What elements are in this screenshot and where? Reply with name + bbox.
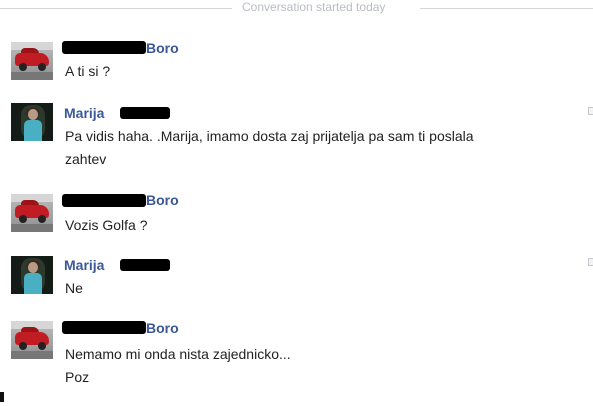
- window-corner-mark: [0, 392, 4, 402]
- redacted-surname: [62, 41, 146, 54]
- message-item: Marija Pa vidis haha. .Marija, imamo dos…: [0, 98, 593, 188]
- message-item: Boro Vozis Golfa ?: [0, 188, 593, 248]
- message-text: Ne: [65, 280, 83, 296]
- message-item: Boro A ti si ?: [0, 38, 593, 98]
- message-item: Boro Nemamo mi onda nista zajednicko... …: [0, 314, 593, 394]
- sender-name[interactable]: Boro: [146, 192, 179, 208]
- redacted-surname: [120, 107, 170, 119]
- sender-avatar[interactable]: [11, 321, 53, 359]
- sender-avatar[interactable]: [11, 194, 53, 232]
- conversation-started-label: Conversation started today: [242, 0, 386, 14]
- message-text: Nemamo mi onda nista zajednicko...: [65, 346, 291, 362]
- conversation-header: Conversation started today: [0, 0, 593, 16]
- message-text: Vozis Golfa ?: [65, 217, 148, 233]
- message-item: Marija Ne: [0, 248, 593, 314]
- message-text: Pa vidis haha. .Marija, imamo dosta zaj …: [65, 128, 474, 144]
- sender-name[interactable]: Boro: [146, 320, 179, 336]
- sender-name[interactable]: Marija: [64, 257, 104, 273]
- message-edge-marker: [588, 107, 593, 115]
- divider-line: [0, 8, 232, 9]
- sender-avatar[interactable]: [11, 256, 53, 294]
- sender-name[interactable]: Marija: [64, 105, 104, 121]
- redacted-surname: [62, 321, 146, 334]
- divider-line: [420, 8, 593, 9]
- redacted-surname: [120, 259, 170, 271]
- message-text: zahtev: [65, 151, 107, 167]
- sender-name[interactable]: Boro: [146, 40, 179, 56]
- message-text: Poz: [65, 369, 90, 385]
- redacted-surname: [62, 194, 146, 207]
- sender-avatar[interactable]: [11, 103, 53, 141]
- sender-avatar[interactable]: [11, 42, 53, 80]
- message-edge-marker: [588, 258, 593, 266]
- message-text: A ti si ?: [65, 63, 111, 79]
